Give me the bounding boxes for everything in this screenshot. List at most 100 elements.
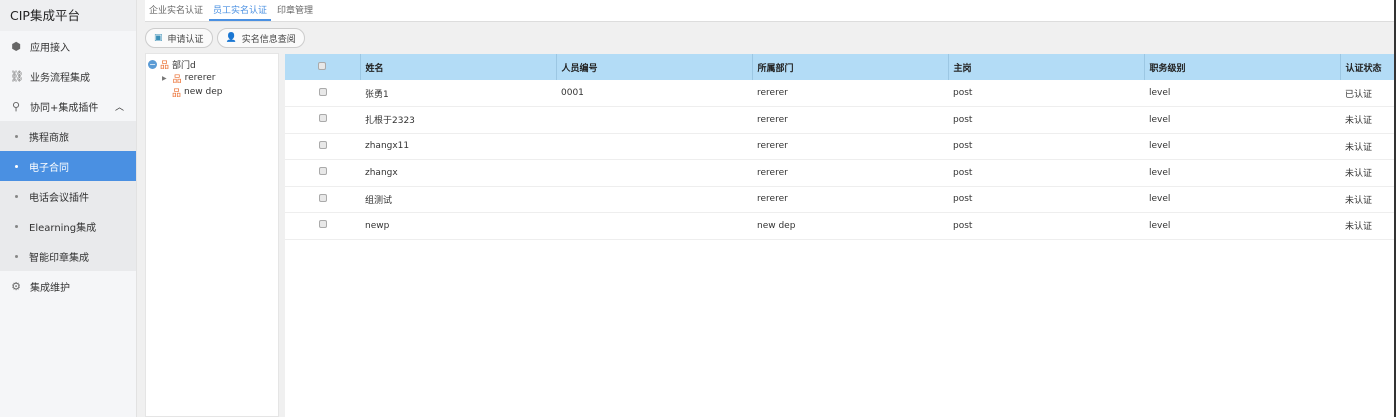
bullet-icon xyxy=(15,134,18,138)
cell-name: 扎根于2323 xyxy=(360,106,556,134)
query-info-button[interactable]: 👤 实名信息查阅 xyxy=(216,28,305,48)
cell-status: 未认证 xyxy=(1340,212,1396,240)
sidebar-subitem-ctrip[interactable]: 携程商旅 xyxy=(0,121,136,151)
cell-dept: rererer xyxy=(752,133,948,160)
col-status[interactable]: 认证状态 xyxy=(1339,54,1396,80)
cell-level: level xyxy=(1144,186,1340,213)
app-title: CIP集成平台 xyxy=(0,0,136,31)
org-icon: 品 xyxy=(160,60,170,71)
label: 集成维护 xyxy=(30,282,70,294)
row-checkbox[interactable] xyxy=(285,212,360,240)
sidebar-subitem-conference[interactable]: 电话会议插件 xyxy=(0,181,136,211)
bullet-icon xyxy=(15,224,18,228)
sidebar-item-maintenance[interactable]: ⚙ 集成维护 xyxy=(0,271,136,301)
cell-status: 已认证 xyxy=(1340,80,1396,107)
label: 实名信息查阅 xyxy=(241,34,296,45)
cell-post: post xyxy=(948,80,1144,107)
table-row[interactable]: 张勇1 0001 rererer post level 已认证 xyxy=(285,80,1396,107)
cell-name: zhangx11 xyxy=(360,133,556,160)
cell-post: post xyxy=(948,212,1144,240)
cell-id: 0001 xyxy=(556,80,752,107)
sidebar-item-workflow[interactable]: ⛓ 业务流程集成 xyxy=(0,61,136,91)
select-all-checkbox[interactable] xyxy=(285,54,360,80)
sidebar-subitem-seal[interactable]: 智能印章集成 xyxy=(0,241,136,271)
label: 智能印章集成 xyxy=(29,252,89,264)
label: 电话会议插件 xyxy=(29,192,89,204)
label: 申请认证 xyxy=(167,34,204,45)
cell-status: 未认证 xyxy=(1340,133,1396,160)
cell-post: post xyxy=(948,159,1144,187)
cell-id xyxy=(556,159,752,187)
cell-id xyxy=(556,133,752,160)
cell-post: post xyxy=(948,133,1144,160)
row-checkbox[interactable] xyxy=(285,186,360,213)
toolbar: ▣ 申请认证 👤 实名信息查阅 xyxy=(145,28,305,48)
employee-table: 姓名 人员编号 所属部门 主岗 职务级别 认证状态 张勇1 0001 rererer… xyxy=(285,54,1396,417)
col-id[interactable]: 人员编号 xyxy=(555,54,752,80)
label: 部门d xyxy=(172,60,196,71)
tab-enterprise-auth[interactable]: 企业实名认证 xyxy=(145,0,207,21)
label: 应用接入 xyxy=(30,42,70,54)
cell-post: post xyxy=(948,106,1144,134)
row-checkbox[interactable] xyxy=(285,80,360,107)
cell-level: level xyxy=(1144,80,1340,107)
table-header: 姓名 人员编号 所属部门 主岗 职务级别 认证状态 xyxy=(285,54,1396,80)
user-icon: 👤 xyxy=(225,33,237,43)
row-checkbox[interactable] xyxy=(285,133,360,160)
cell-dept: rererer xyxy=(752,106,948,134)
document-icon: ▣ xyxy=(154,33,163,43)
bullet-icon xyxy=(15,254,18,258)
table-row[interactable]: 扎根于2323 rererer post level 未认证 xyxy=(285,106,1396,134)
tree-node[interactable]: 品 new dep xyxy=(146,85,278,99)
collapse-icon[interactable]: − xyxy=(148,59,157,69)
cell-name: zhangx xyxy=(360,159,556,187)
cell-id xyxy=(556,186,752,213)
col-name[interactable]: 姓名 xyxy=(359,54,556,80)
cell-level: level xyxy=(1144,212,1340,240)
label: rererer xyxy=(184,73,216,83)
sidebar-subitem-econtract[interactable]: 电子合同 xyxy=(0,151,136,181)
cell-dept: rererer xyxy=(752,80,948,107)
table-row[interactable]: newp new dep post level 未认证 xyxy=(285,212,1396,240)
col-post[interactable]: 主岗 xyxy=(947,54,1144,80)
col-level[interactable]: 职务级别 xyxy=(1143,54,1340,80)
label: 业务流程集成 xyxy=(30,72,90,84)
label: Elearning集成 xyxy=(29,222,97,234)
sidebar-item-plugins[interactable]: ⚲ 协同+集成插件 ︿ xyxy=(0,91,136,121)
cell-dept: rererer xyxy=(752,186,948,213)
bullet-icon xyxy=(15,164,18,168)
cell-level: level xyxy=(1144,106,1340,134)
sidebar-item-app-access[interactable]: ⬢ 应用接入 xyxy=(0,31,136,61)
tab-employee-auth[interactable]: 员工实名认证 xyxy=(209,0,272,21)
cell-dept: rererer xyxy=(752,159,948,187)
cell-status: 未认证 xyxy=(1340,106,1396,134)
table-row[interactable]: zhangx rererer post level 未认证 xyxy=(285,159,1396,187)
org-icon: 品 xyxy=(172,88,182,99)
department-tree: − 品部门d ▶ 品 rererer 品 new dep xyxy=(145,53,279,417)
tree-node[interactable]: ▶ 品 rererer xyxy=(146,71,278,85)
cell-name: 组测试 xyxy=(360,186,556,213)
chevron-up-icon: ︿ xyxy=(114,102,124,113)
sidebar-subitem-elearning[interactable]: Elearning集成 xyxy=(0,211,136,241)
gear-icon: ⚙ xyxy=(11,279,21,293)
tab-bar: 企业实名认证 员工实名认证 印章管理 xyxy=(145,0,1396,22)
flow-icon: ⛓ xyxy=(10,69,24,83)
row-checkbox[interactable] xyxy=(285,159,360,187)
tab-seal-management[interactable]: 印章管理 xyxy=(273,0,317,21)
bullet-icon xyxy=(15,194,18,198)
apply-auth-button[interactable]: ▣ 申请认证 xyxy=(145,28,213,48)
col-dept[interactable]: 所属部门 xyxy=(751,54,948,80)
cell-status: 未认证 xyxy=(1340,186,1396,213)
cell-id xyxy=(556,106,752,134)
table-row[interactable]: 组测试 rererer post level 未认证 xyxy=(285,186,1396,213)
label: 携程商旅 xyxy=(29,132,69,144)
expand-icon[interactable]: ▶ xyxy=(162,75,167,82)
label: 协同+集成插件 xyxy=(30,102,99,114)
cell-dept: new dep xyxy=(752,212,948,240)
tree-root[interactable]: − 品部门d xyxy=(146,57,278,71)
row-checkbox[interactable] xyxy=(285,106,360,134)
share-icon: ⚲ xyxy=(11,99,21,113)
cube-icon: ⬢ xyxy=(11,39,21,53)
table-row[interactable]: zhangx11 rererer post level 未认证 xyxy=(285,133,1396,160)
cell-name: newp xyxy=(360,212,556,240)
